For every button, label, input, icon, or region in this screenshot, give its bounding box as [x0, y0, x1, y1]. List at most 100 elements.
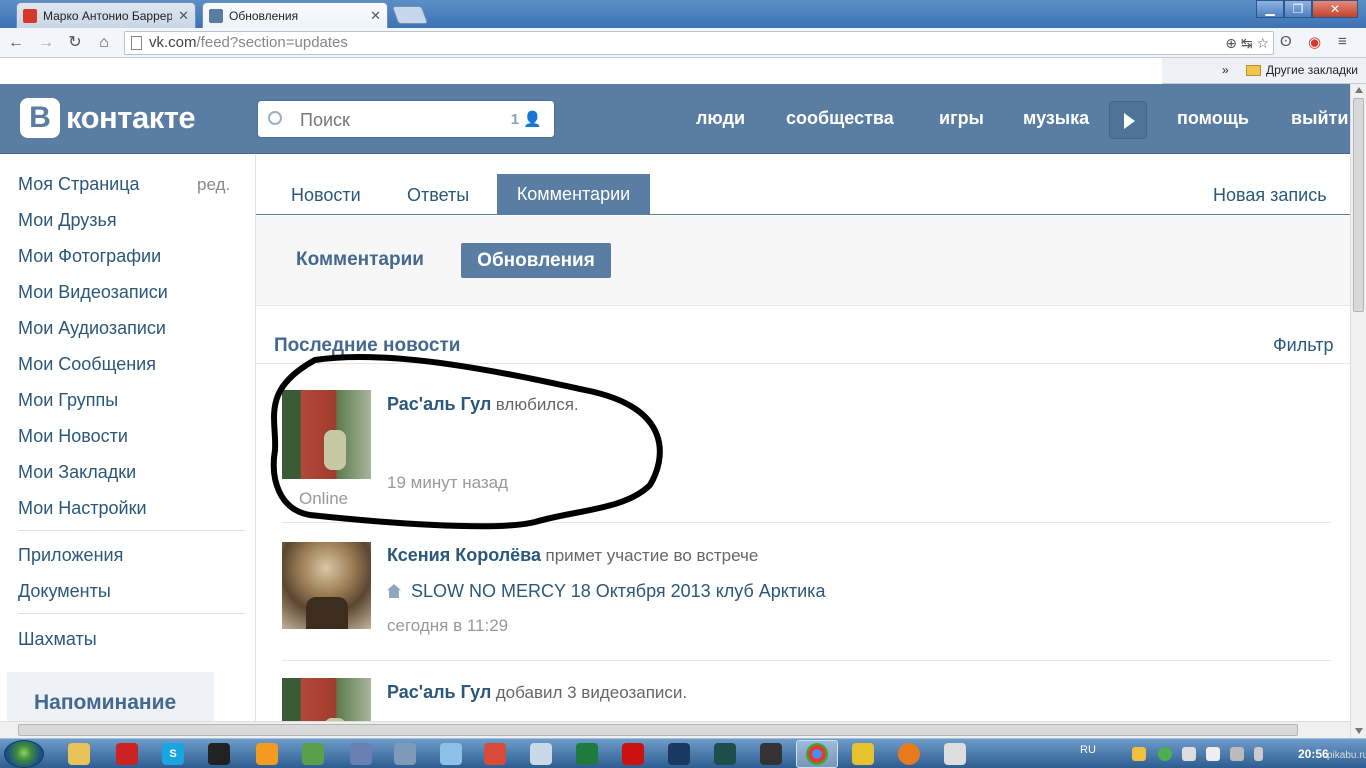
utorrent-icon[interactable]: [1158, 747, 1172, 761]
scroll-up-icon[interactable]: [1355, 87, 1363, 93]
feed-tabs: Новости Ответы Комментарии Новая запись: [256, 155, 1350, 215]
audition-icon[interactable]: [714, 743, 736, 765]
tray-icon[interactable]: [1132, 747, 1146, 761]
author-link[interactable]: Ксения Королёва: [387, 545, 541, 565]
app-icon[interactable]: [484, 743, 506, 765]
close-window-button[interactable]: ✕: [1312, 0, 1358, 18]
battery-icon[interactable]: [1254, 747, 1263, 761]
start-button[interactable]: [4, 740, 44, 768]
zoom-icon[interactable]: ⊕: [1225, 35, 1237, 51]
new-post-link[interactable]: Новая запись: [1213, 185, 1327, 206]
edit-link[interactable]: ред.: [197, 175, 230, 195]
excel-icon[interactable]: [576, 743, 598, 765]
other-bookmarks-folder[interactable]: Другие закладки: [1266, 63, 1358, 77]
close-tab-icon[interactable]: ✕: [178, 8, 189, 24]
reload-icon[interactable]: ↻: [65, 33, 85, 53]
author-link[interactable]: Рас'аль Гул: [387, 394, 491, 414]
nav-help[interactable]: помощь: [1177, 108, 1249, 129]
filter-link[interactable]: Фильтр: [1273, 335, 1333, 356]
avatar[interactable]: [282, 542, 371, 629]
nav-communities[interactable]: сообщества: [786, 108, 894, 129]
sidebar-item-messages[interactable]: Мои Сообщения: [18, 354, 156, 375]
avatar[interactable]: [282, 678, 371, 721]
bookmarks-overflow-chevron-icon[interactable]: »: [1222, 63, 1229, 77]
nav-people[interactable]: люди: [696, 108, 745, 129]
steam-icon[interactable]: [208, 743, 230, 765]
volume-icon[interactable]: [1206, 747, 1220, 761]
scrollbar-thumb[interactable]: [18, 724, 1298, 736]
browser-tab-strip: Марко Антонио Баррера ✕ Обновления ✕ ▁ ❐…: [0, 0, 1366, 28]
sidebar-item-videos[interactable]: Мои Видеозаписи: [18, 282, 168, 303]
vk-logo[interactable]: В контакте: [20, 98, 196, 138]
nav-music[interactable]: музыка: [1023, 108, 1089, 129]
skype-icon[interactable]: S: [162, 743, 184, 765]
tab-replies[interactable]: Ответы: [407, 185, 469, 206]
new-tab-button[interactable]: [391, 6, 429, 24]
app-icon[interactable]: [852, 743, 874, 765]
extension-red-icon[interactable]: ◉: [1308, 33, 1321, 51]
close-tab-icon[interactable]: ✕: [370, 8, 381, 24]
scrollbar-thumb[interactable]: [1353, 98, 1364, 312]
sidebar-item-groups[interactable]: Мои Группы: [18, 390, 118, 411]
browser-tab-updates[interactable]: Обновления ✕: [202, 2, 388, 28]
network-icon[interactable]: [1230, 747, 1244, 761]
menu-wrench-icon[interactable]: ≡: [1338, 33, 1347, 50]
browser-tab-youtube[interactable]: Марко Антонио Баррера ✕: [16, 2, 196, 28]
feed-item-headline: Рас'аль Гул добавил 3 видеозаписи.: [387, 682, 687, 703]
sidebar-item-chess[interactable]: Шахматы: [18, 629, 97, 650]
vk-favicon-icon: [209, 8, 223, 23]
extension-icon[interactable]: ʘ: [1280, 33, 1292, 50]
sidebar-item-friends[interactable]: Мои Друзья: [18, 210, 117, 231]
sidebar-item-apps[interactable]: Приложения: [18, 545, 123, 566]
firefox-icon[interactable]: [898, 743, 920, 765]
play-icon[interactable]: [1109, 101, 1147, 139]
event-link[interactable]: SLOW NO MERCY 18 Октября 2013 клуб Аркти…: [387, 581, 825, 602]
nav-logout[interactable]: выйти: [1291, 108, 1348, 129]
feed-item-headline: Ксения Королёва примет участие во встреч…: [387, 545, 758, 566]
sidebar-item-photos[interactable]: Мои Фотографии: [18, 246, 161, 267]
chrome-icon[interactable]: [806, 743, 828, 765]
avatar[interactable]: [282, 390, 371, 479]
windows-taskbar: S RU 20:56: [0, 738, 1366, 768]
app-icon[interactable]: [760, 743, 782, 765]
app-icon[interactable]: [394, 743, 416, 765]
subtab-comments[interactable]: Комментарии: [296, 249, 424, 271]
scroll-down-icon[interactable]: [1355, 728, 1363, 734]
app-icon[interactable]: [944, 743, 966, 765]
vertical-scrollbar[interactable]: [1350, 84, 1366, 738]
language-indicator[interactable]: RU: [1080, 744, 1096, 756]
search-input[interactable]: Поиск 1 👤: [257, 100, 555, 138]
notepad-icon[interactable]: [530, 743, 552, 765]
tab-comments[interactable]: Комментарии: [497, 174, 650, 214]
opera-icon[interactable]: [622, 743, 644, 765]
tab-news[interactable]: Новости: [291, 185, 361, 206]
app-icon[interactable]: [350, 743, 372, 765]
sidebar-item-my-page[interactable]: Моя Страница: [18, 174, 140, 195]
minimize-button[interactable]: ▁: [1256, 0, 1284, 18]
tray-icon[interactable]: [1182, 747, 1196, 761]
forward-arrow-icon[interactable]: →: [36, 33, 56, 53]
sidebar-item-settings[interactable]: Мои Настройки: [18, 498, 147, 519]
sidebar-item-audio[interactable]: Мои Аудиозаписи: [18, 318, 166, 339]
clock[interactable]: 20:56: [1298, 747, 1329, 761]
sidebar-item-news[interactable]: Мои Новости: [18, 426, 128, 447]
app-icon[interactable]: [256, 743, 278, 765]
app-icon[interactable]: [302, 743, 324, 765]
online-status: Online: [299, 489, 349, 508]
sidebar-item-documents[interactable]: Документы: [18, 581, 111, 602]
sidebar-item-bookmarks[interactable]: Мои Закладки: [18, 462, 136, 483]
explorer-icon[interactable]: [68, 743, 90, 765]
nav-games[interactable]: игры: [939, 108, 984, 129]
photoshop-icon[interactable]: [668, 743, 690, 765]
home-icon[interactable]: ⌂: [94, 33, 114, 53]
horizontal-scrollbar[interactable]: [0, 721, 1350, 738]
address-bar[interactable]: vk.com/feed?section=updates ⊕ ↹ ☆: [124, 31, 1274, 55]
subtab-updates[interactable]: Обновления: [461, 243, 611, 278]
bookmark-star-icon[interactable]: ☆: [1256, 35, 1269, 51]
translate-icon[interactable]: ↹: [1241, 35, 1253, 51]
maximize-button[interactable]: ❐: [1284, 0, 1312, 18]
author-link[interactable]: Рас'аль Гул: [387, 682, 491, 702]
back-arrow-icon[interactable]: ←: [6, 33, 26, 53]
app-icon[interactable]: [116, 743, 138, 765]
app-icon[interactable]: [440, 743, 462, 765]
